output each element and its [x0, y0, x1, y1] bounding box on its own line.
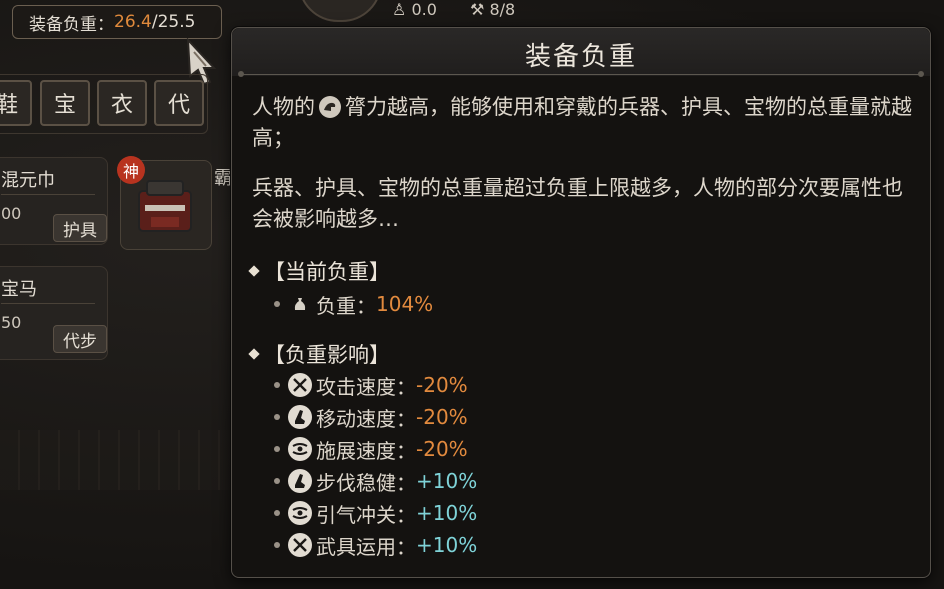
crossed-swords-icon: [288, 373, 312, 397]
crossed-swords-icon: [288, 533, 312, 557]
effect-row: 移动速度： -20%: [274, 403, 468, 431]
weight-label: 装备负重：: [29, 14, 114, 35]
decorative-pattern: [0, 430, 240, 490]
tooltip-description-2: 兵器、护具、宝物的总重量超过负重上限越多，人物的部分次要属性也会被影响越多…: [252, 176, 903, 231]
diamond-bullet-icon: [248, 348, 260, 360]
divine-badge: 神: [117, 156, 145, 184]
equipment-card-armor[interactable]: 混元巾 00 护具: [0, 157, 108, 245]
tooltip-description-1: 人物的 膂力越高，能够使用和穿戴的兵器、护具、宝物的总重量就越高；: [252, 95, 912, 150]
effect-value: -20%: [416, 437, 468, 461]
equipment-card-mount[interactable]: 宝马 50 代步: [0, 266, 108, 360]
strength-icon: [319, 96, 341, 118]
weight-stat: ♙ 0.0: [392, 0, 437, 19]
effect-label: 步伐稳健：: [316, 470, 416, 495]
divider: [1, 194, 95, 195]
current-weight-value: 104%: [376, 292, 434, 316]
effect-label: 攻击速度：: [316, 374, 416, 399]
boot-icon: [288, 469, 312, 493]
weight-bag-icon: [294, 298, 306, 310]
equipment-weight-box[interactable]: 装备负重： 26.4 / 25.5: [12, 5, 222, 39]
bullet-icon: [274, 542, 280, 548]
divider: [1, 303, 95, 304]
tab-shoes[interactable]: 鞋: [0, 80, 32, 126]
weight-max: 25.5: [157, 12, 196, 32]
effect-row: 武具运用： +10%: [274, 531, 477, 559]
diamond-bullet-icon: [248, 265, 260, 277]
effect-label: 引气冲关：: [316, 502, 416, 527]
bullet-icon: [274, 446, 280, 452]
cast-icon: [288, 501, 312, 525]
current-weight-section: 【当前负重】: [248, 256, 390, 286]
effect-value: +10%: [416, 501, 478, 525]
boot-icon: [288, 405, 312, 429]
tooltip-divider: [240, 74, 922, 75]
effect-row: 施展速度： -20%: [274, 435, 468, 463]
bullet-icon: [274, 478, 280, 484]
effect-label: 移动速度：: [316, 406, 416, 431]
divider-dot: [918, 71, 924, 77]
bullet-icon: [274, 301, 280, 307]
bullet-icon: [274, 414, 280, 420]
equipment-name: 混元巾: [1, 170, 55, 191]
current-weight-row: 负重： 104%: [274, 290, 433, 318]
mount-type-button[interactable]: 代步: [53, 325, 107, 353]
equipment-name: 宝马: [1, 279, 37, 300]
effect-value: +10%: [416, 469, 478, 493]
bag-icon: ♙: [392, 0, 407, 19]
effect-row: 攻击速度： -20%: [274, 371, 468, 399]
cast-icon: [288, 437, 312, 461]
effect-value: -20%: [416, 405, 468, 429]
effect-value: -20%: [416, 373, 468, 397]
effect-value: +10%: [416, 533, 478, 557]
weight-tooltip: 装备负重 人物的 膂力越高，能够使用和穿戴的兵器、护具、宝物的总重量就越高； 兵器…: [231, 27, 931, 578]
effect-row: 步伐稳健： +10%: [274, 467, 477, 495]
durability-stat: ⚒ 8/8: [470, 0, 516, 19]
effect-label: 武具运用：: [316, 534, 416, 559]
armor-type-button[interactable]: 护具: [53, 214, 107, 242]
tab-clothes[interactable]: 衣: [97, 80, 147, 126]
bullet-icon: [274, 510, 280, 516]
item-side-label: 霸: [214, 168, 232, 189]
divider-dot: [238, 71, 244, 77]
tab-mount[interactable]: 代: [154, 80, 204, 126]
hammer-icon: ⚒: [470, 0, 485, 19]
tab-treasure[interactable]: 宝: [40, 80, 90, 126]
tooltip-title: 装备负重: [524, 42, 637, 72]
equipment-value: 50: [1, 313, 22, 332]
effect-label: 施展速度：: [316, 438, 416, 463]
equipment-value: 00: [1, 204, 22, 223]
weight-effects-section: 【负重影响】: [248, 339, 390, 369]
effect-row: 引气冲关： +10%: [274, 499, 477, 527]
weight-current: 26.4: [114, 12, 152, 32]
bullet-icon: [274, 382, 280, 388]
